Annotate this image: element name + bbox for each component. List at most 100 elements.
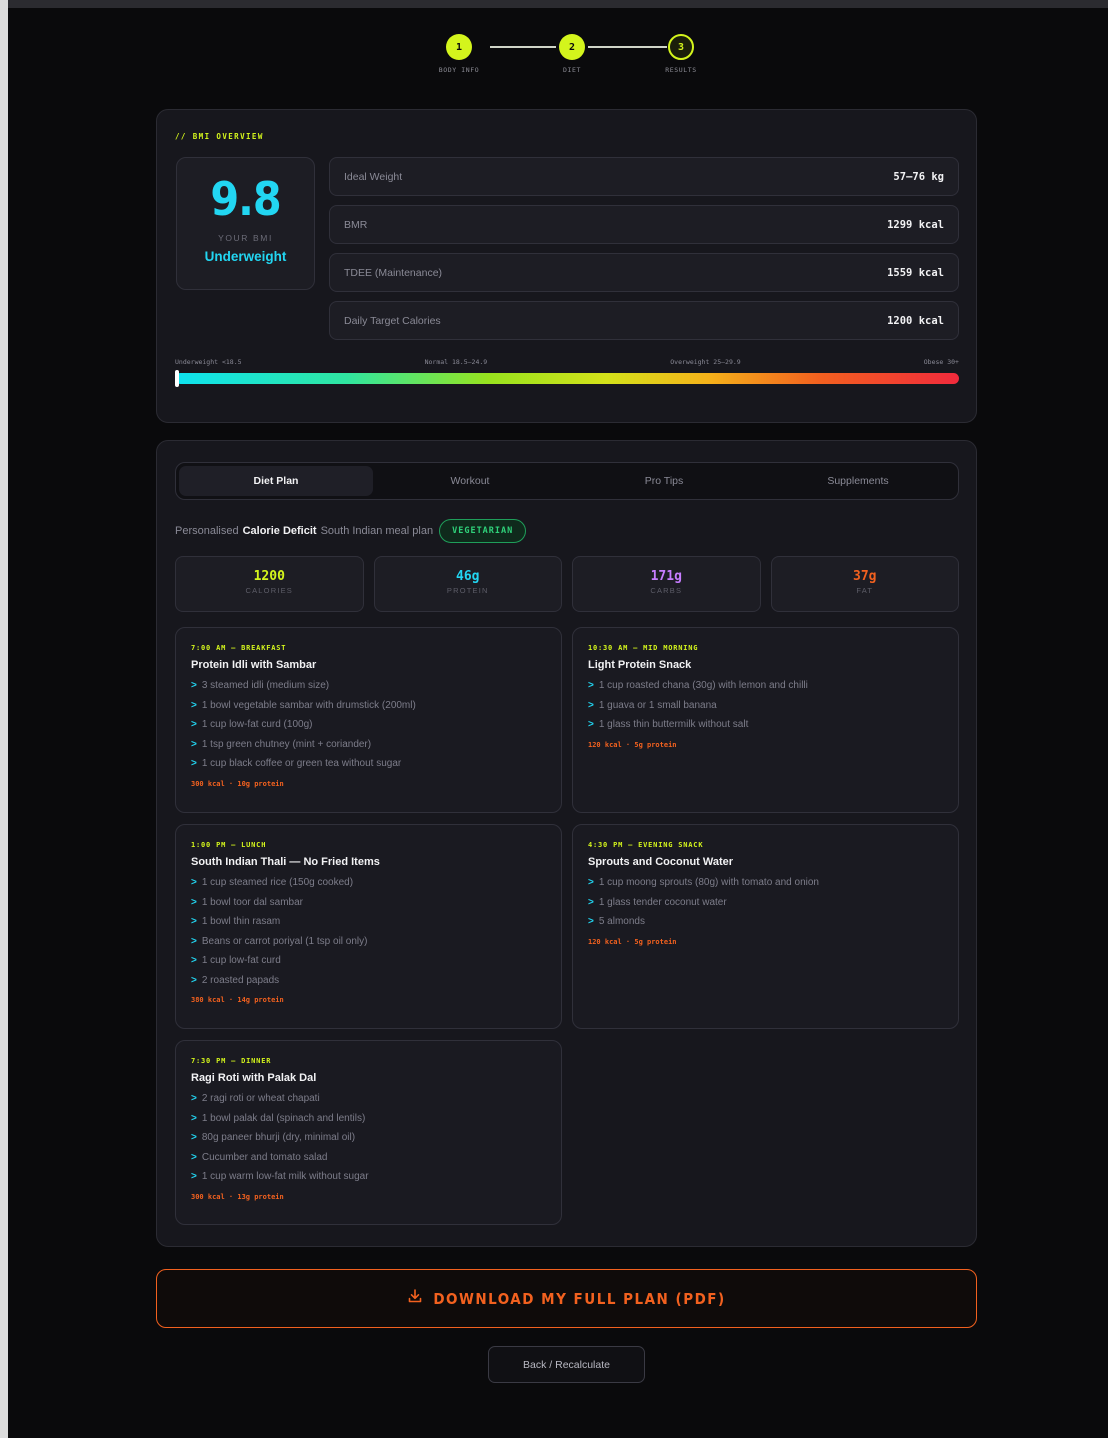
macro-label: FAT bbox=[856, 586, 874, 595]
metric-value: 1299 kcal bbox=[887, 218, 944, 231]
macro-label: PROTEIN bbox=[446, 586, 489, 595]
download-icon bbox=[407, 1288, 423, 1309]
bmi-scale-labels: Underweight <18.5 Normal 18.5–24.9 Overw… bbox=[175, 358, 959, 366]
meal-name: South Indian Thali — No Fried Items bbox=[191, 856, 380, 868]
metric-value: 1559 kcal bbox=[887, 266, 944, 279]
macro-value: 46g bbox=[456, 569, 480, 584]
top-border bbox=[0, 0, 1108, 8]
meal-item-text: 1 bowl thin rasam bbox=[201, 916, 281, 927]
meal-name: Protein Idli with Sambar bbox=[191, 659, 317, 671]
meal-nutrition: 300 kcal · 10g protein bbox=[191, 779, 284, 788]
macro-value: 1200 bbox=[253, 569, 285, 584]
metric-bmr: BMR 1299 kcal bbox=[329, 205, 959, 244]
chevron-right-icon: > bbox=[191, 1112, 197, 1124]
chevron-right-icon: > bbox=[191, 738, 197, 750]
chevron-right-icon: > bbox=[588, 896, 594, 908]
scale-label-overweight: Overweight 25–29.9 bbox=[670, 358, 741, 366]
meal-nutrition: 120 kcal · 5g protein bbox=[588, 740, 677, 749]
meal-time: 7:30 PM — DINNER bbox=[191, 1057, 272, 1065]
meal-card-evening-snack: 4:30 PM — EVENING SNACK Sprouts and Cocon… bbox=[572, 824, 959, 1029]
chevron-right-icon: > bbox=[191, 955, 197, 966]
meal-item: >1 cup moong sprouts (80g) with tomato a… bbox=[588, 873, 943, 893]
macro-calories: 1200 CALORIES bbox=[175, 556, 364, 612]
meal-items: >1 cup roasted chana (30g) with lemon an… bbox=[588, 676, 943, 735]
meal-card-mid-morning: 10:30 AM — MID MORNING Light Protein Snac… bbox=[572, 627, 959, 813]
meal-card-breakfast: 7:00 AM — BREAKFAST Protein Idli with Sam… bbox=[175, 627, 562, 813]
chevron-right-icon: > bbox=[191, 935, 197, 947]
meal-nutrition: 380 kcal · 14g protein bbox=[191, 996, 284, 1004]
meal-item: >1 cup roasted chana (30g) with lemon an… bbox=[588, 676, 943, 696]
step-body-info[interactable]: 1 BODY INFO bbox=[419, 34, 499, 74]
chevron-right-icon: > bbox=[191, 1132, 197, 1143]
step-label: DIET bbox=[562, 66, 582, 74]
metric-value: 57–76 kg bbox=[893, 170, 944, 183]
meal-name: Light Protein Snack bbox=[588, 659, 692, 671]
meal-time: 1:00 PM — LUNCH bbox=[191, 841, 267, 849]
metric-label: BMR bbox=[344, 218, 368, 231]
metric-ideal-weight: Ideal Weight 57–76 kg bbox=[329, 157, 959, 196]
chevron-right-icon: > bbox=[191, 1171, 197, 1182]
step-diet[interactable]: 2 DIET bbox=[532, 34, 612, 74]
meal-items: >1 cup steamed rice (150g cooked) >1 bowl… bbox=[191, 873, 546, 990]
step-results[interactable]: 3 RESULTS bbox=[641, 34, 721, 74]
meal-item: >1 bowl toor dal sambar bbox=[191, 893, 546, 913]
step-number: 1 bbox=[446, 34, 472, 60]
plan-panel: Diet Plan Workout Pro Tips Supplements P… bbox=[156, 440, 977, 1247]
chevron-right-icon: > bbox=[191, 877, 197, 888]
chevron-right-icon: > bbox=[191, 699, 197, 711]
meal-time: 7:00 AM — BREAKFAST bbox=[191, 644, 287, 652]
chevron-right-icon: > bbox=[588, 916, 594, 927]
tab-workout[interactable]: Workout bbox=[373, 466, 567, 496]
meal-item-text: 1 cup warm low-fat milk without sugar bbox=[201, 1171, 369, 1182]
meal-nutrition: 120 kcal · 5g protein bbox=[588, 937, 677, 946]
meal-item: >1 cup low-fat curd (100g) bbox=[191, 715, 546, 735]
tab-pro-tips[interactable]: Pro Tips bbox=[567, 466, 761, 496]
download-pdf-button[interactable]: DOWNLOAD MY FULL PLAN (PDF) bbox=[156, 1269, 977, 1328]
back-recalculate-button[interactable]: Back / Recalculate bbox=[488, 1346, 645, 1383]
chevron-right-icon: > bbox=[588, 680, 594, 691]
macro-label: CARBS bbox=[650, 586, 683, 595]
macro-value: 37g bbox=[853, 569, 877, 584]
meal-item: >1 tsp green chutney (mint + coriander) bbox=[191, 735, 546, 755]
vegetarian-badge: VEGETARIAN bbox=[439, 519, 527, 543]
step-label: RESULTS bbox=[665, 66, 697, 74]
meal-time: 4:30 PM — EVENING SNACK bbox=[588, 841, 704, 849]
meal-item: >1 bowl palak dal (spinach and lentils) bbox=[191, 1109, 546, 1129]
tab-supplements[interactable]: Supplements bbox=[761, 466, 955, 496]
meal-nutrition: 300 kcal · 13g protein bbox=[191, 1192, 284, 1201]
meal-item-text: 2 roasted papads bbox=[201, 974, 280, 986]
chevron-right-icon: > bbox=[191, 758, 197, 769]
meal-item-text: 1 bowl vegetable sambar with drumstick (… bbox=[201, 699, 416, 711]
scale-label-obese: Obese 30+ bbox=[923, 358, 959, 366]
chevron-right-icon: > bbox=[191, 719, 197, 730]
tab-diet-plan[interactable]: Diet Plan bbox=[179, 466, 373, 496]
plan-desc-suffix: South Indian meal plan bbox=[320, 525, 434, 537]
meal-item-text: 1 cup low-fat curd bbox=[201, 955, 281, 966]
bmi-sublabel: YOUR BMI bbox=[218, 233, 273, 243]
meal-item-text: 1 cup moong sprouts (80g) with tomato an… bbox=[598, 877, 819, 888]
meal-item-text: 1 glass tender coconut water bbox=[598, 896, 727, 908]
metric-tdee: TDEE (Maintenance) 1559 kcal bbox=[329, 253, 959, 292]
step-number: 3 bbox=[668, 34, 694, 60]
meal-item: >2 ragi roti or wheat chapati bbox=[191, 1089, 546, 1109]
chevron-right-icon: > bbox=[191, 916, 197, 927]
chevron-right-icon: > bbox=[588, 699, 594, 711]
meal-item: >2 roasted papads bbox=[191, 971, 546, 991]
meal-item: >1 bowl thin rasam bbox=[191, 912, 546, 932]
meal-card-lunch: 1:00 PM — LUNCH South Indian Thali — No F… bbox=[175, 824, 562, 1029]
meal-item-text: 2 ragi roti or wheat chapati bbox=[201, 1093, 320, 1104]
meal-item-text: Beans or carrot poriyal (1 tsp oil only) bbox=[201, 935, 368, 947]
bmi-score-card: 9.8 YOUR BMI Underweight bbox=[176, 157, 315, 290]
scale-label-underweight: Underweight <18.5 bbox=[175, 358, 242, 366]
meal-items: >1 cup moong sprouts (80g) with tomato a… bbox=[588, 873, 943, 932]
meal-item: >1 bowl vegetable sambar with drumstick … bbox=[191, 696, 546, 716]
chevron-right-icon: > bbox=[191, 896, 197, 908]
download-label: DOWNLOAD MY FULL PLAN (PDF) bbox=[433, 1289, 726, 1308]
meal-item-text: 80g paneer bhurji (dry, minimal oil) bbox=[201, 1132, 356, 1143]
meal-time: 10:30 AM — MID MORNING bbox=[588, 644, 699, 652]
meal-item-text: 1 tsp green chutney (mint + coriander) bbox=[201, 738, 372, 750]
meal-item-text: Cucumber and tomato salad bbox=[201, 1151, 328, 1163]
macro-summary: 1200 CALORIES 46g PROTEIN 171g CARBS 37g… bbox=[175, 556, 959, 612]
meal-name: Ragi Roti with Palak Dal bbox=[191, 1072, 317, 1084]
meal-item-text: 5 almonds bbox=[598, 916, 645, 927]
